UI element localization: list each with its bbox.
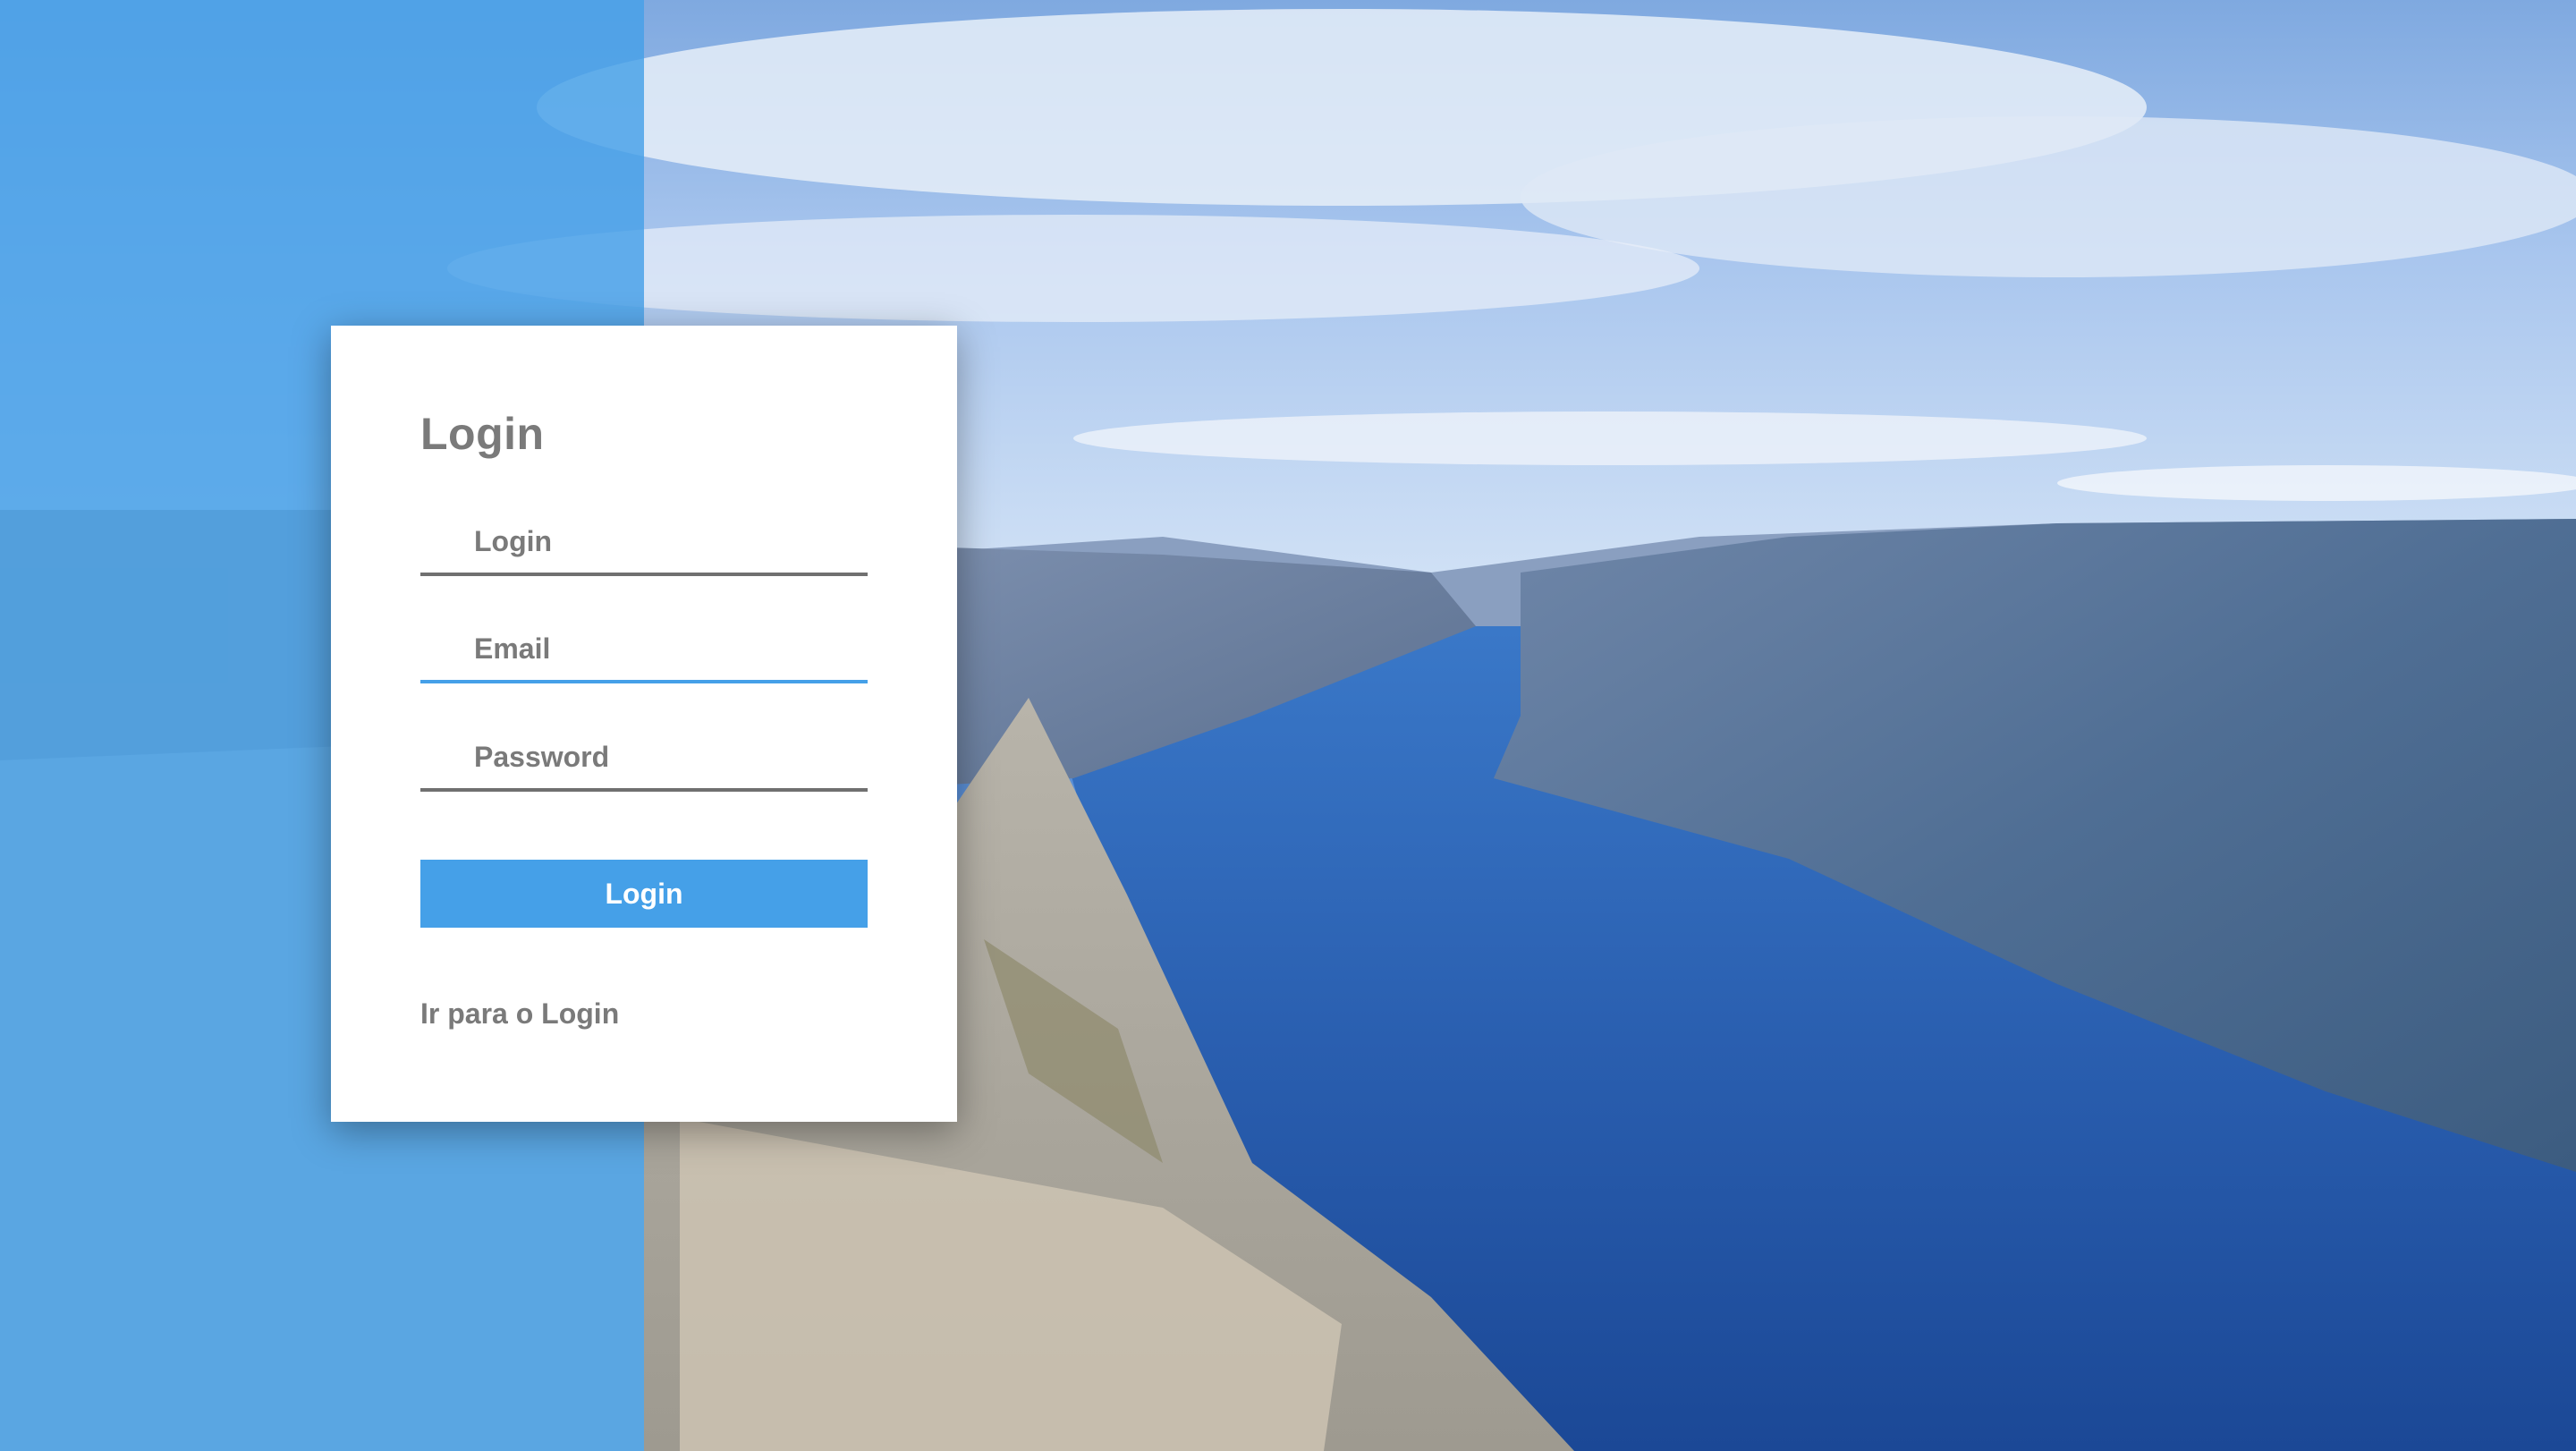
email-input[interactable]: [420, 617, 868, 680]
login-card: Login Login Ir para o Login: [331, 326, 957, 1122]
login-input[interactable]: [420, 510, 868, 573]
go-to-login-link[interactable]: Ir para o Login: [420, 997, 619, 1031]
password-input[interactable]: [420, 726, 868, 788]
form-title: Login: [420, 409, 545, 459]
login-button[interactable]: Login: [420, 860, 868, 928]
login-field: [420, 510, 868, 576]
login-page: Login Login Ir para o Login: [0, 0, 2576, 1451]
password-field: [420, 726, 868, 792]
email-field: [420, 617, 868, 683]
